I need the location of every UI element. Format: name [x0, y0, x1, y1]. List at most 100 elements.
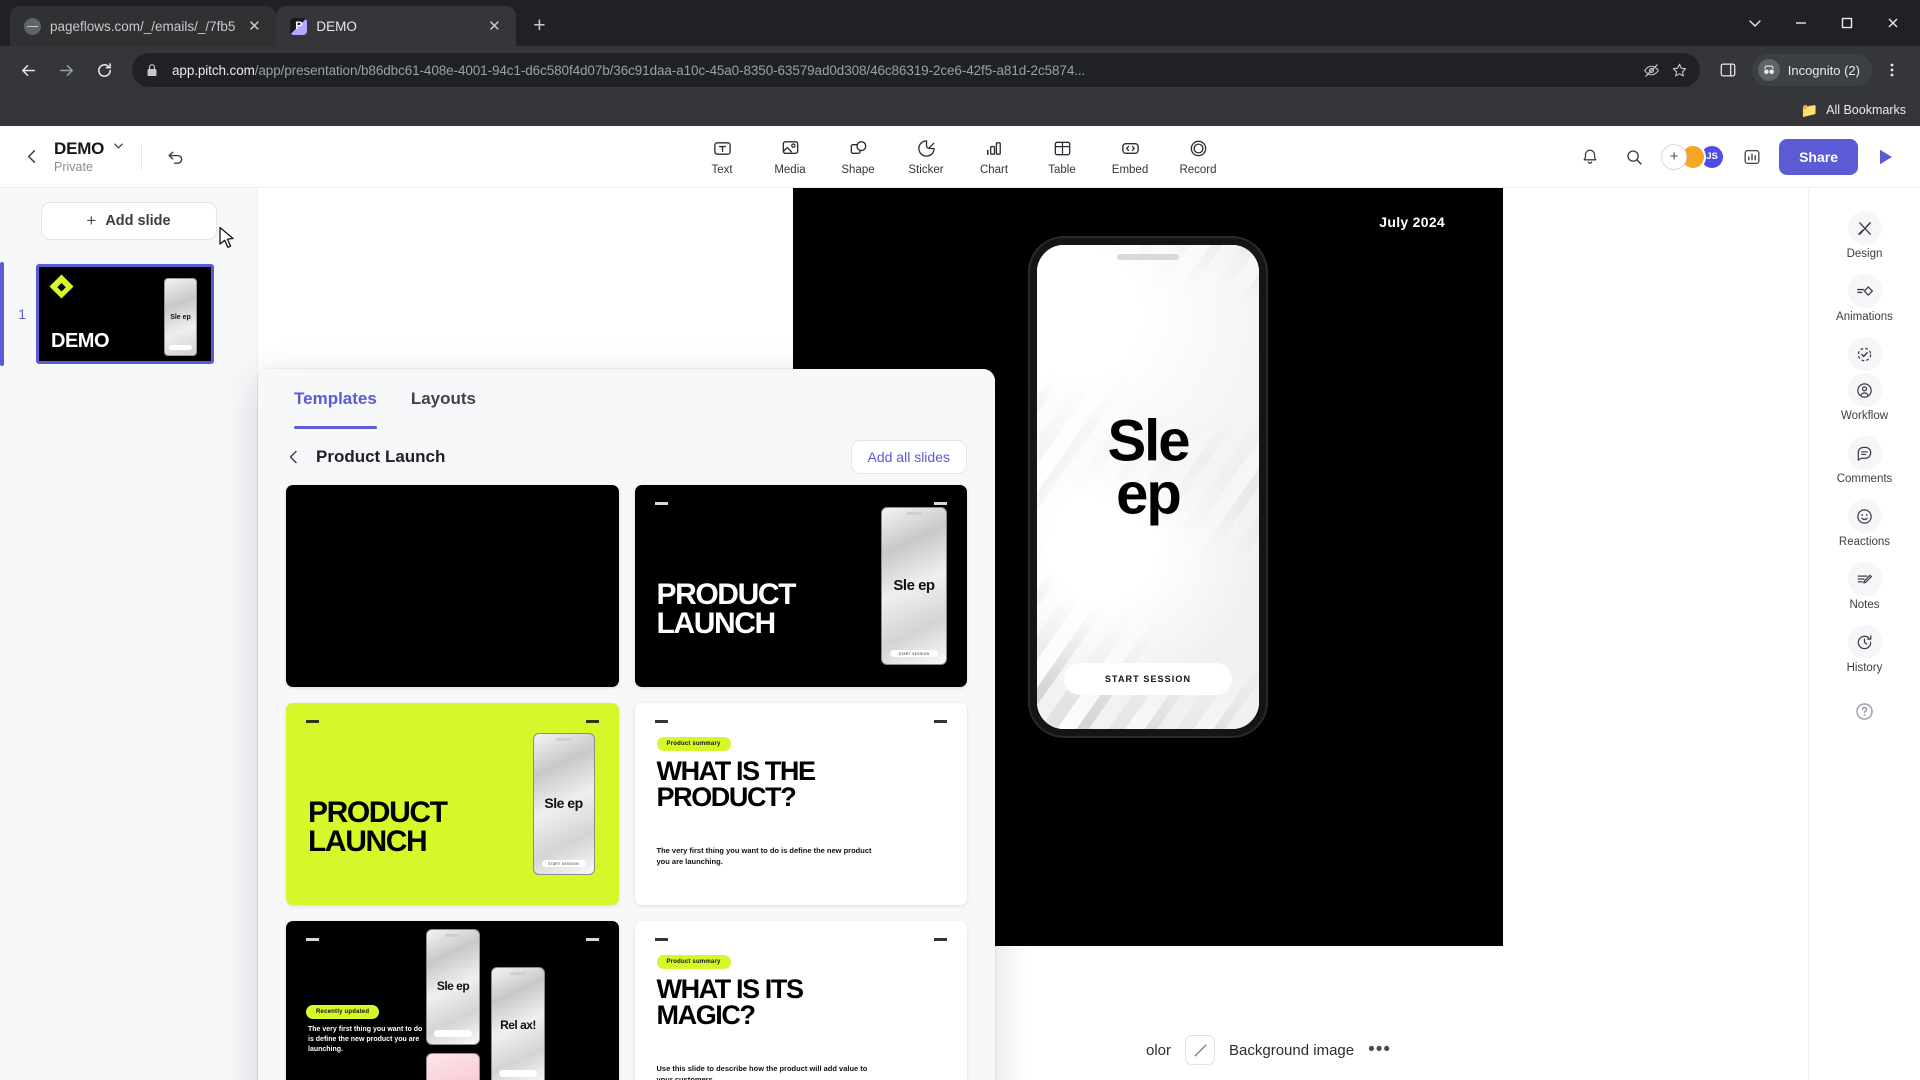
tool-table[interactable]: Table: [1031, 135, 1093, 179]
decor-dash: [934, 720, 947, 723]
tool-media[interactable]: Media: [759, 135, 821, 179]
template-card[interactable]: Recently updated The very first thing yo…: [286, 921, 619, 1080]
header-right-actions: + JS Share: [1573, 138, 1920, 175]
page-title: DEMO: [54, 138, 105, 158]
phone-notch: [1117, 254, 1179, 260]
phone-cta-pill: [434, 1030, 472, 1037]
templates-panel-tabs: Templates Layouts: [258, 369, 995, 429]
image-icon: [780, 138, 801, 160]
slide-date-text: July 2024: [1379, 214, 1445, 230]
back-icon[interactable]: [10, 52, 46, 88]
phone-mockup: Sle ep: [164, 278, 197, 356]
tab-strip: pageflows.com/_/emails/_/7fb5 ✕ P DEMO ✕…: [0, 0, 1920, 46]
rail-item-history[interactable]: History: [1819, 618, 1911, 681]
rail-item-comments[interactable]: Comments: [1819, 429, 1911, 492]
url-path: /app/presentation/b86dbc61-408e-4001-94c…: [254, 62, 1086, 78]
category-back-icon[interactable]: [286, 449, 302, 465]
tab-title: pageflows.com/_/emails/_/7fb5: [50, 18, 236, 34]
notifications-bell-icon[interactable]: [1573, 140, 1607, 174]
browser-tab-1[interactable]: pageflows.com/_/emails/_/7fb5 ✕: [10, 6, 277, 46]
help-question-icon: [1848, 694, 1882, 728]
tool-chart[interactable]: Chart: [963, 135, 1025, 179]
tab-title: DEMO: [316, 18, 357, 34]
add-collaborator-icon[interactable]: +: [1661, 143, 1688, 170]
collaborator-avatars[interactable]: + JS: [1661, 143, 1726, 170]
url-domain: app.pitch.com: [172, 62, 255, 78]
rail-item-animations[interactable]: Animations: [1819, 267, 1911, 330]
tab-layouts[interactable]: Layouts: [411, 369, 476, 429]
chevron-down-icon[interactable]: [112, 139, 125, 157]
tab-templates[interactable]: Templates: [294, 369, 377, 429]
slide-list-item[interactable]: 1 DEMO Sle ep: [0, 262, 257, 366]
template-card[interactable]: Product summary WHAT IS ITS MAGIC? Use t…: [634, 921, 967, 1080]
search-icon[interactable]: [1617, 140, 1651, 174]
close-icon[interactable]: ✕: [484, 16, 504, 36]
template-card[interactable]: PRODUCT LAUNCH Sle ep START SESSION: [286, 703, 619, 905]
back-to-workspace-icon[interactable]: [10, 148, 54, 165]
tool-sticker[interactable]: Sticker: [895, 135, 957, 179]
phone-cta-button: START SESSION: [1064, 663, 1232, 695]
share-button[interactable]: Share: [1779, 138, 1858, 175]
mouse-cursor-icon: [218, 226, 238, 256]
phone-text: Sle ep: [544, 795, 583, 812]
phone-notch: [555, 738, 572, 741]
hide-icon[interactable]: [1638, 56, 1666, 84]
add-slide-button[interactable]: + Add slide: [40, 202, 234, 248]
slide-thumbnail[interactable]: DEMO Sle ep: [36, 264, 214, 364]
phone-cta-pill: START SESSION: [890, 650, 938, 657]
profile-chip[interactable]: Incognito (2): [1751, 54, 1872, 86]
tool-embed[interactable]: Embed: [1099, 135, 1161, 179]
undo-icon[interactable]: [158, 140, 192, 174]
active-slide-indicator: [0, 262, 4, 366]
background-color-swatch[interactable]: [1185, 1035, 1216, 1065]
rail-item-help[interactable]: [1819, 687, 1911, 735]
rail-item-workflow[interactable]: Workflow: [1819, 330, 1911, 429]
new-tab-button[interactable]: +: [522, 9, 556, 43]
background-color-label[interactable]: olor: [1146, 1042, 1171, 1059]
address-bar[interactable]: app.pitch.com/app/presentation/b86dbc61-…: [132, 53, 1700, 87]
rail-label: History: [1846, 662, 1883, 674]
template-heading: PRODUCT LAUNCH: [656, 578, 797, 640]
bookmark-star-icon[interactable]: [1666, 56, 1694, 84]
template-card[interactable]: PRODUCT LAUNCH Sle ep START SESSION: [634, 485, 967, 687]
browser-menu-icon[interactable]: [1874, 52, 1910, 88]
tool-shape[interactable]: Shape: [827, 135, 889, 179]
analytics-icon[interactable]: [1735, 140, 1769, 174]
template-card[interactable]: [286, 485, 619, 687]
all-bookmarks-label[interactable]: All Bookmarks: [1826, 103, 1906, 117]
add-all-slides-button[interactable]: Add all slides: [850, 440, 967, 474]
slide-number: 1: [18, 306, 26, 322]
tool-record[interactable]: Record: [1167, 135, 1229, 179]
decor-dash: [585, 938, 599, 941]
maximize-icon[interactable]: [1824, 0, 1870, 46]
template-body: The very first thing you want to do is d…: [308, 1026, 423, 1054]
background-image-label[interactable]: Background image: [1229, 1042, 1354, 1059]
forward-icon[interactable]: [48, 52, 84, 88]
reload-icon[interactable]: [86, 52, 122, 88]
template-heading: WHAT IS THE PRODUCT?: [656, 756, 816, 812]
browser-tab-2[interactable]: P DEMO ✕: [276, 6, 517, 46]
present-play-icon[interactable]: [1868, 140, 1902, 174]
document-visibility: Private: [54, 160, 93, 175]
decor-dash: [654, 720, 668, 723]
window-controls: [1732, 0, 1920, 46]
phone-mockup: Rel: [426, 1053, 480, 1080]
bar-chart-icon: [984, 138, 1005, 160]
close-window-icon[interactable]: [1870, 0, 1916, 46]
more-options-icon[interactable]: •••: [1368, 1039, 1391, 1061]
rail-item-reactions[interactable]: Reactions: [1819, 492, 1911, 555]
rail-label: Animations: [1836, 311, 1893, 323]
chevron-down-icon[interactable]: [1732, 0, 1778, 46]
rail-item-design[interactable]: Design: [1819, 204, 1911, 267]
document-title-block[interactable]: DEMO Private: [54, 139, 125, 175]
rail-item-notes[interactable]: Notes: [1819, 555, 1911, 618]
phone-mockup: Sle ep: [426, 929, 480, 1045]
tool-text[interactable]: Text: [691, 135, 753, 179]
phone-text: Sle ep: [170, 313, 191, 321]
template-card[interactable]: Product summary WHAT IS THE PRODUCT? The…: [634, 703, 967, 905]
category-name: Product Launch: [316, 447, 446, 466]
minimize-icon[interactable]: [1778, 0, 1824, 46]
side-panel-icon[interactable]: [1710, 52, 1746, 88]
close-icon[interactable]: ✕: [244, 16, 264, 36]
sticker-icon: [916, 138, 937, 160]
